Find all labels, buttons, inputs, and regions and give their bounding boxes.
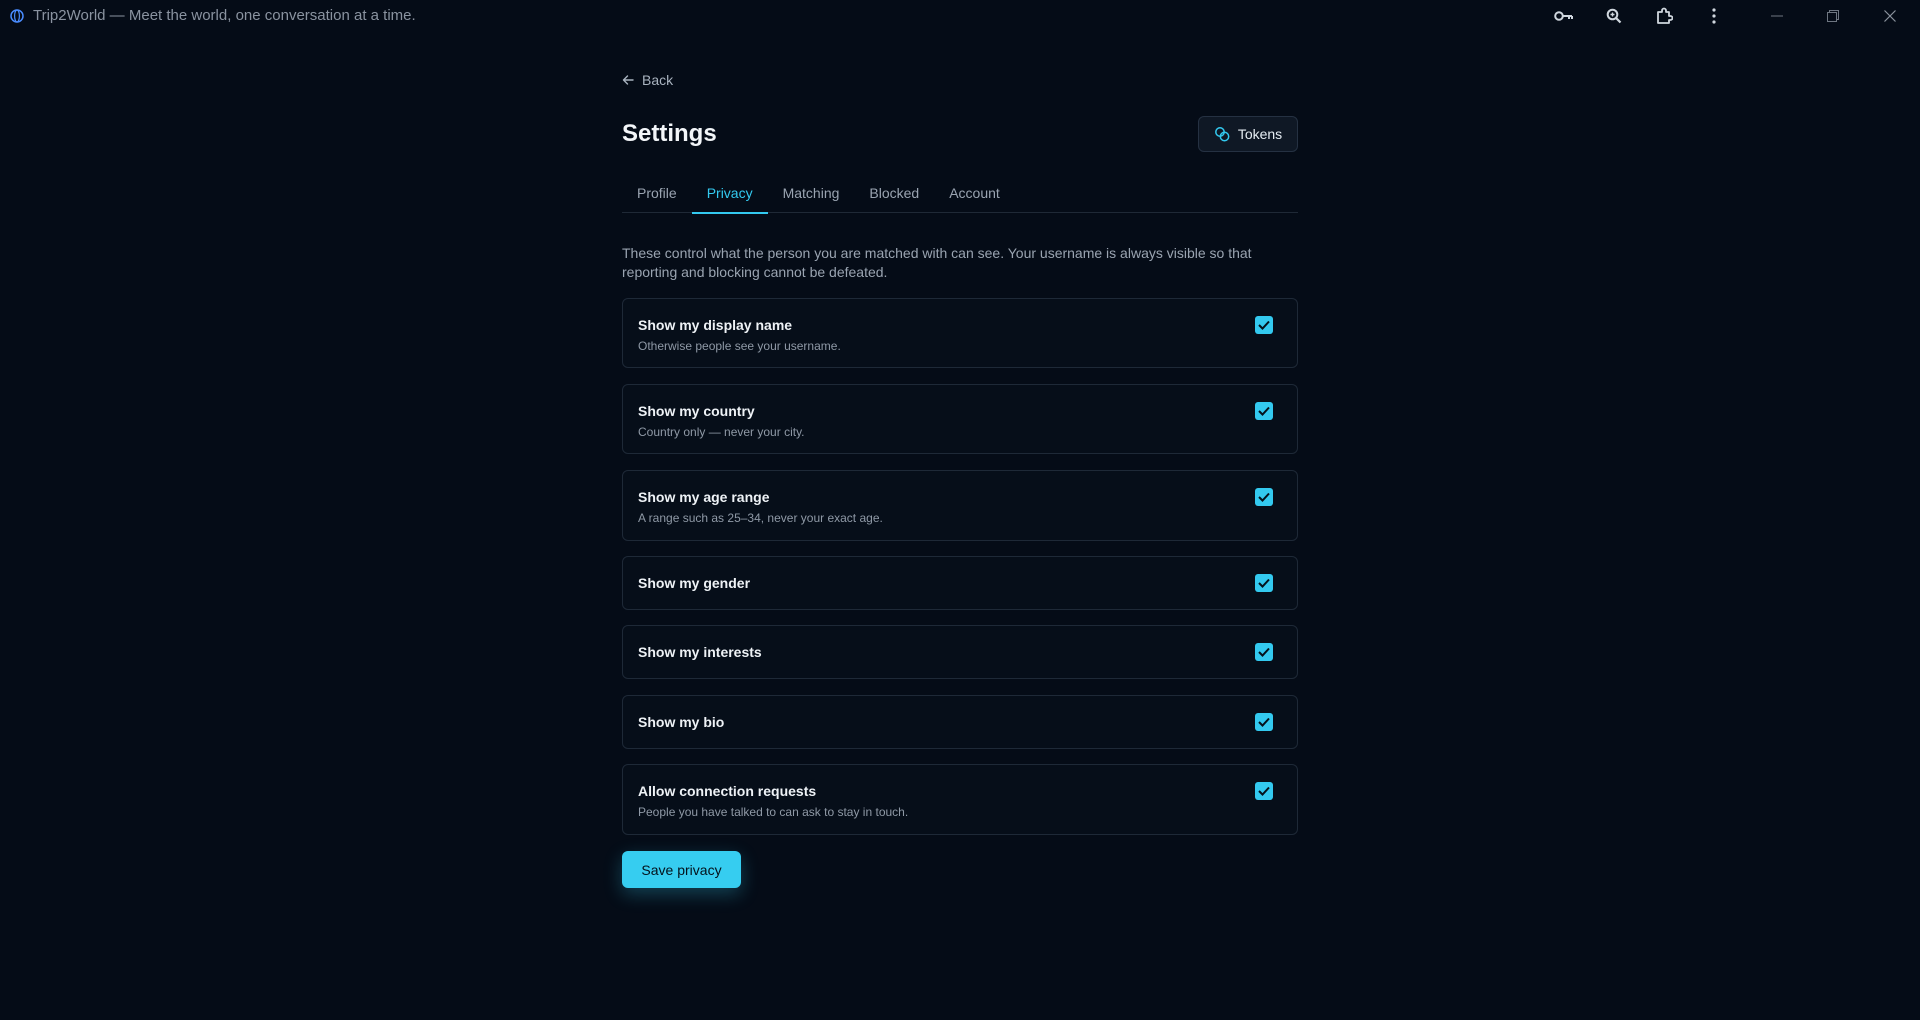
window-title: Trip2World — Meet the world, one convers… <box>33 7 416 24</box>
option-connection-requests: Allow connection requests People you hav… <box>622 764 1298 835</box>
page-title: Settings <box>622 120 717 147</box>
option-title: Show my country <box>638 403 755 419</box>
back-link[interactable]: Back <box>622 70 673 90</box>
check-icon <box>1258 717 1270 727</box>
zoom-icon[interactable] <box>1600 4 1628 28</box>
option-country: Show my country Country only — never you… <box>622 384 1298 454</box>
option-display-name: Show my display name Otherwise people se… <box>622 298 1298 368</box>
restore-icon[interactable] <box>1805 0 1861 32</box>
age-range-checkbox[interactable] <box>1255 488 1273 506</box>
check-icon <box>1258 578 1270 588</box>
option-bio: Show my bio <box>622 695 1298 749</box>
tokens-button[interactable]: Tokens <box>1198 116 1298 152</box>
tokens-label: Tokens <box>1237 126 1283 142</box>
tab-blocked[interactable]: Blocked <box>854 178 934 213</box>
bio-checkbox[interactable] <box>1255 713 1273 731</box>
globe-icon <box>10 9 24 23</box>
country-checkbox[interactable] <box>1255 402 1273 420</box>
privacy-description: These control what the person you are ma… <box>622 245 1252 280</box>
extension-icon[interactable] <box>1650 4 1678 28</box>
option-title: Show my interests <box>638 644 762 660</box>
arrow-left-icon <box>622 75 634 85</box>
tab-privacy[interactable]: Privacy <box>691 178 768 214</box>
option-gender: Show my gender <box>622 556 1298 610</box>
title-bar: Trip2World — Meet the world, one convers… <box>0 0 1920 32</box>
option-subtitle: Country only — never your city. <box>638 425 805 439</box>
check-icon <box>1258 406 1270 416</box>
option-title: Show my bio <box>638 714 725 730</box>
gender-checkbox[interactable] <box>1255 574 1273 592</box>
close-icon[interactable] <box>1862 0 1918 32</box>
tab-account[interactable]: Account <box>934 178 1015 213</box>
option-title: Show my display name <box>638 317 793 333</box>
option-age-range: Show my age range A range such as 25–34,… <box>622 470 1298 541</box>
check-icon <box>1258 320 1270 330</box>
check-icon <box>1258 492 1270 502</box>
option-subtitle: A range such as 25–34, never your exact … <box>638 511 883 525</box>
option-title: Show my age range <box>638 489 770 505</box>
option-subtitle: People you have talked to can ask to sta… <box>638 805 909 819</box>
tokens-icon <box>1214 127 1230 142</box>
tab-profile[interactable]: Profile <box>622 178 692 213</box>
tab-matching[interactable]: Matching <box>768 178 855 213</box>
check-icon <box>1258 647 1270 657</box>
option-title: Allow connection requests <box>638 783 817 799</box>
connection-requests-checkbox[interactable] <box>1255 782 1273 800</box>
check-icon <box>1258 786 1270 796</box>
interests-checkbox[interactable] <box>1255 643 1273 661</box>
more-vertical-icon[interactable] <box>1700 4 1728 28</box>
settings-tabs: Profile Privacy Matching Blocked Account <box>622 178 1298 214</box>
option-subtitle: Otherwise people see your username. <box>638 339 841 353</box>
save-privacy-button[interactable]: Save privacy <box>622 851 741 888</box>
display-name-checkbox[interactable] <box>1255 316 1273 334</box>
minimize-icon[interactable] <box>1749 0 1805 32</box>
back-label: Back <box>642 72 674 88</box>
option-title: Show my gender <box>638 575 751 591</box>
key-icon[interactable] <box>1550 4 1578 28</box>
option-interests: Show my interests <box>622 625 1298 679</box>
